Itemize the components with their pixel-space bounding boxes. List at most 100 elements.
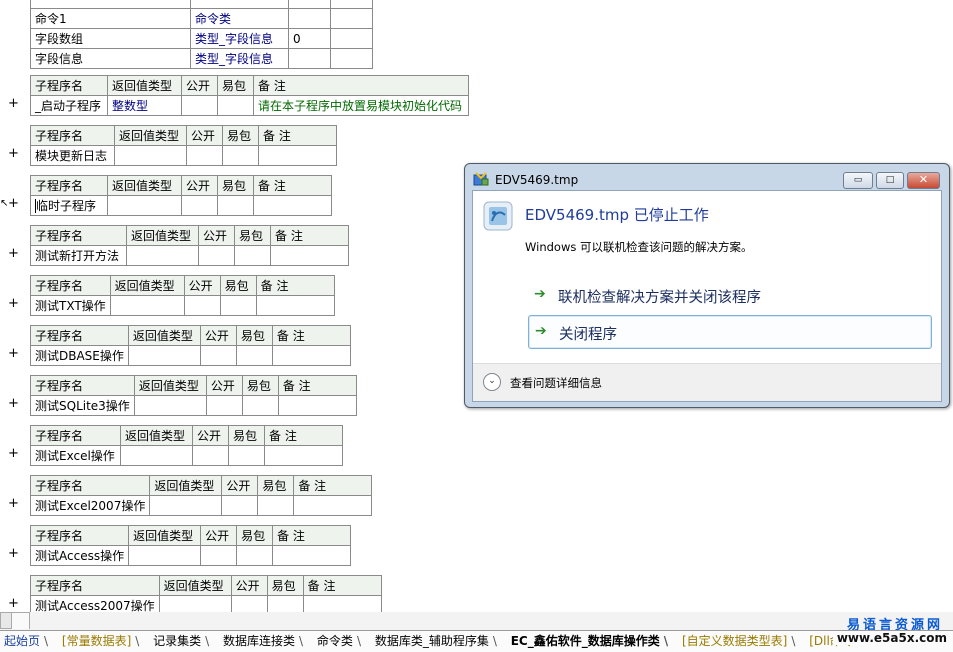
return-type-cell[interactable] <box>127 345 201 366</box>
expand-toggle[interactable]: + <box>8 346 19 361</box>
remark-cell[interactable] <box>277 395 357 416</box>
table-row[interactable]: 测试新打开方法 <box>30 245 349 266</box>
easy-package-cell[interactable] <box>241 395 279 416</box>
public-cell[interactable] <box>192 445 229 466</box>
table-row[interactable]: 测试Access2007操作 <box>30 595 382 612</box>
close-button[interactable]: ✕ <box>907 172 940 189</box>
expand-toggle[interactable]: + <box>8 596 19 611</box>
table-row[interactable]: 测试TXT操作 <box>30 295 335 316</box>
table-row[interactable]: 测试DBASE操作 <box>30 345 351 366</box>
return-type-cell[interactable] <box>133 395 207 416</box>
tab-start-page[interactable]: 起始页 \ <box>0 631 54 652</box>
remark-cell[interactable] <box>253 195 332 216</box>
remark-cell[interactable] <box>293 495 373 516</box>
chevron-down-icon[interactable]: ⌄ <box>483 373 501 391</box>
expand-toggle[interactable]: + <box>8 296 19 311</box>
public-cell[interactable] <box>221 495 259 516</box>
table-row[interactable]: _启动子程序 整数型 请在本子程序中放置易模块初始化代码 <box>30 95 469 116</box>
return-type-cell[interactable] <box>109 295 185 316</box>
table-row[interactable]: 测试SQLite3操作 <box>30 395 357 416</box>
remark-cell[interactable] <box>271 345 351 366</box>
remark-cell[interactable] <box>270 245 349 266</box>
remark-cell[interactable] <box>258 145 337 166</box>
view-problem-details-link[interactable]: 查看问题详细信息 <box>510 375 602 391</box>
expand-toggle[interactable]: + <box>8 146 19 161</box>
horizontal-scrollbar[interactable] <box>0 612 30 629</box>
table-cell[interactable] <box>330 8 373 29</box>
table-cell[interactable] <box>288 8 331 29</box>
tab-custom-data-type-table[interactable]: [自定义数据类型表] \ <box>678 631 801 652</box>
subprogram-name[interactable]: 模块更新日志 <box>30 145 115 166</box>
table-row[interactable]: 命令1 命令类 <box>30 8 373 29</box>
public-cell[interactable] <box>181 195 218 216</box>
expand-toggle[interactable]: + <box>8 446 19 461</box>
expand-toggle[interactable]: + <box>8 396 19 411</box>
table-cell[interactable] <box>288 48 331 69</box>
public-cell[interactable] <box>186 145 223 166</box>
easy-package-cell[interactable] <box>228 445 265 466</box>
remark-cell[interactable] <box>264 445 343 466</box>
subprogram-name[interactable]: _启动子程序 <box>30 95 108 116</box>
easy-package-cell[interactable] <box>222 145 259 166</box>
return-type-cell[interactable] <box>120 445 193 466</box>
expand-toggle[interactable]: + <box>8 246 19 261</box>
table-row[interactable]: 字段信息 类型_字段信息 <box>30 48 373 69</box>
maximize-button[interactable]: □ <box>876 172 904 189</box>
easy-package-cell[interactable] <box>217 95 254 116</box>
minimize-button[interactable]: ▭ <box>843 172 873 189</box>
table-row[interactable]: 模块更新日志 <box>30 145 337 166</box>
table-cell[interactable]: 字段数组 <box>30 28 191 49</box>
subprogram-name[interactable]: 测试SQLite3操作 <box>30 395 135 416</box>
return-type-cell[interactable] <box>149 495 223 516</box>
check-online-solution-button[interactable]: ➔ 联机检查解决方案并关闭该程序 <box>528 279 932 313</box>
tab-db-helper-set[interactable]: 数据库类_辅助程序集 \ <box>371 631 503 652</box>
table-cell[interactable] <box>330 48 373 69</box>
return-type-cell[interactable] <box>128 545 202 566</box>
public-cell[interactable] <box>198 245 235 266</box>
table-cell[interactable]: 类型_字段信息 <box>190 28 289 49</box>
return-type-cell[interactable]: 整数型 <box>107 95 182 116</box>
subprogram-name[interactable]: 测试Access操作 <box>29 545 130 566</box>
easy-package-cell[interactable] <box>217 195 254 216</box>
table-row[interactable]: 测试Access操作 <box>29 545 352 566</box>
tab-constant-table[interactable]: [常量数据表] \ <box>58 631 145 652</box>
subprogram-name[interactable]: 测试新打开方法 <box>30 245 127 266</box>
expand-toggle[interactable]: + <box>8 96 19 111</box>
scrollbar-thumb[interactable] <box>11 613 29 629</box>
table-cell[interactable] <box>330 28 373 49</box>
table-cell[interactable]: 0 <box>288 28 331 49</box>
tab-ec-db-operation-class[interactable]: EC_鑫佑软件_数据库操作类 \ <box>507 631 674 652</box>
table-cell[interactable]: 字段信息 <box>30 48 191 69</box>
return-type-cell[interactable] <box>114 145 187 166</box>
easy-package-cell[interactable] <box>236 545 274 566</box>
remark-cell[interactable]: 请在本子程序中放置易模块初始化代码 <box>253 95 469 116</box>
return-type-cell[interactable] <box>158 595 232 612</box>
subprogram-name[interactable]: 测试DBASE操作 <box>30 345 129 366</box>
easy-package-cell[interactable] <box>235 345 273 366</box>
remark-cell[interactable] <box>255 295 335 316</box>
tab-recordset-class[interactable]: 记录集类 \ <box>149 631 215 652</box>
table-row[interactable]: 测试Excel操作 <box>30 445 343 466</box>
subprogram-name[interactable]: 测试TXT操作 <box>30 295 111 316</box>
return-type-cell[interactable] <box>107 195 182 216</box>
subprogram-name[interactable]: 临时子程序 <box>30 195 108 216</box>
expand-toggle[interactable]: + <box>8 496 19 511</box>
public-cell[interactable] <box>230 595 268 612</box>
remark-cell[interactable] <box>302 595 382 612</box>
table-row[interactable]: 测试Excel2007操作 <box>29 495 373 516</box>
table-row[interactable]: 字段数组 类型_字段信息 0 <box>30 28 373 49</box>
close-program-button[interactable]: ➔ 关闭程序 <box>528 315 932 349</box>
table-cell[interactable]: 命令类 <box>190 8 289 29</box>
tab-db-connection-class[interactable]: 数据库连接类 \ <box>219 631 309 652</box>
public-cell[interactable] <box>183 295 221 316</box>
table-cell[interactable]: 类型_字段信息 <box>190 48 289 69</box>
tab-command-class[interactable]: 命令类 \ <box>313 631 367 652</box>
return-type-cell[interactable] <box>126 245 199 266</box>
remark-cell[interactable] <box>272 545 352 566</box>
public-cell[interactable] <box>181 95 218 116</box>
subprogram-name[interactable]: 测试Excel操作 <box>30 445 121 466</box>
easy-package-cell[interactable] <box>266 595 304 612</box>
subprogram-name[interactable]: 测试Access2007操作 <box>30 595 160 612</box>
table-cell[interactable]: 命令1 <box>30 8 191 29</box>
table-row[interactable]: 临时子程序 <box>30 195 332 216</box>
